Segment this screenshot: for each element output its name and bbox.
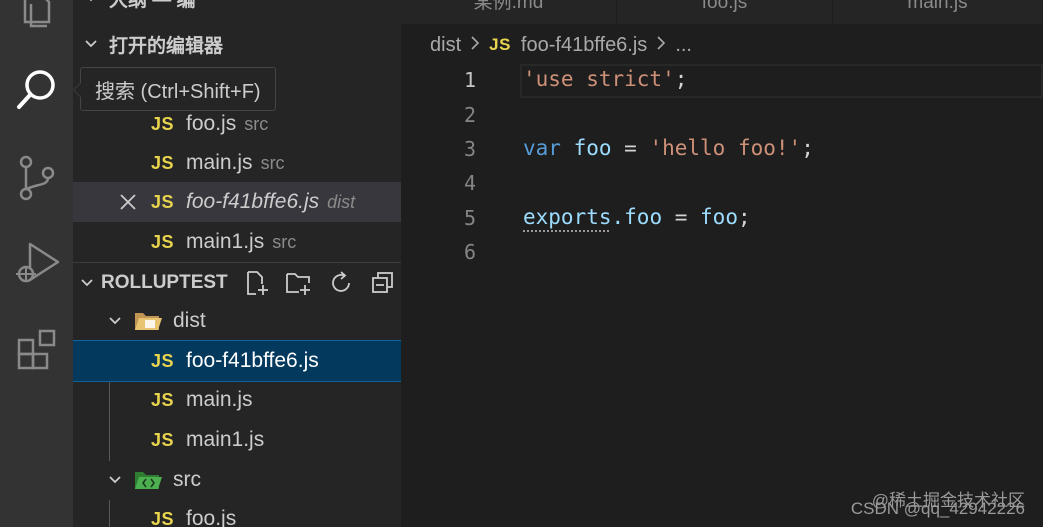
new-folder-icon[interactable] bbox=[278, 270, 320, 296]
folder-open-icon bbox=[133, 309, 163, 333]
search-tooltip: 搜索 (Ctrl+Shift+F) bbox=[73, 67, 276, 111]
folder-src-icon bbox=[133, 468, 163, 492]
chevron-right-icon bbox=[469, 34, 481, 57]
identifier-token: foo bbox=[700, 205, 738, 229]
tree-file[interactable]: JS main1.js bbox=[73, 420, 401, 460]
open-editor-folder: src bbox=[244, 113, 269, 134]
close-icon[interactable] bbox=[119, 193, 141, 211]
source-control-icon[interactable] bbox=[0, 150, 73, 206]
code-line-5[interactable]: exports.foo = foo; bbox=[523, 205, 751, 229]
js-file-icon: JS bbox=[151, 231, 175, 252]
chevron-right-icon bbox=[655, 34, 667, 57]
line-number: 6 bbox=[463, 240, 476, 264]
editor-tab[interactable]: 某例.md bbox=[401, 0, 617, 24]
breadcrumb-file[interactable]: foo-f41bffe6.js bbox=[521, 34, 647, 57]
string-token: 'use strict' bbox=[523, 67, 675, 91]
chevron-down-icon bbox=[79, 0, 103, 10]
line-number: 2 bbox=[463, 103, 476, 127]
open-editors-header[interactable]: 打开的编辑器 bbox=[73, 24, 401, 64]
open-editor-item[interactable]: JS main1.js src bbox=[73, 222, 401, 262]
identifier-token: foo bbox=[573, 136, 612, 160]
js-file-icon: JS bbox=[151, 508, 175, 527]
breadcrumb-more[interactable]: ... bbox=[675, 34, 692, 57]
property-token: .foo bbox=[611, 205, 663, 229]
explorer-actions bbox=[236, 270, 401, 296]
breadcrumb-folder[interactable]: dist bbox=[430, 34, 461, 57]
folder-dist[interactable]: dist bbox=[73, 301, 401, 341]
keyword-token: var bbox=[523, 136, 561, 160]
activity-bar bbox=[0, 0, 73, 527]
tree-filename: main1.js bbox=[186, 428, 265, 451]
run-debug-icon[interactable] bbox=[0, 235, 73, 291]
js-file-icon: JS bbox=[151, 152, 175, 173]
folder-name: dist bbox=[173, 309, 206, 332]
operator-token: = bbox=[611, 136, 650, 160]
watermark-csdn: CSDN @qq_42942226 bbox=[850, 499, 1025, 518]
tree-file[interactable]: JS main.js bbox=[73, 380, 401, 420]
open-editor-folder: src bbox=[260, 152, 285, 173]
outline-section-header[interactable]: 大纲 — 编 bbox=[73, 0, 401, 18]
open-editors-title: 打开的编辑器 bbox=[109, 35, 224, 57]
tree-file-selected[interactable]: JS foo-f41bffe6.js bbox=[73, 340, 401, 382]
project-title: ROLLUPTEST bbox=[101, 271, 228, 293]
line-number: 1 bbox=[463, 68, 476, 92]
line-number: 4 bbox=[463, 171, 476, 195]
open-editor-item[interactable]: JS main.js src bbox=[73, 143, 401, 183]
tree-filename: foo-f41bffe6.js bbox=[186, 349, 319, 372]
project-header[interactable]: ROLLUPTEST bbox=[73, 262, 401, 302]
string-token: 'hello foo!' bbox=[649, 136, 802, 160]
open-editor-filename: foo-f41bffe6.js bbox=[186, 190, 320, 213]
new-file-icon[interactable] bbox=[236, 270, 278, 296]
line-number: 5 bbox=[463, 206, 476, 230]
tree-filename: foo.js bbox=[186, 507, 237, 527]
editor-tab-bar: 某例.md foo.js main.js bbox=[401, 0, 1043, 24]
open-editor-folder: src bbox=[272, 231, 297, 252]
folder-name: src bbox=[173, 468, 201, 491]
refresh-icon[interactable] bbox=[320, 270, 362, 296]
operator-token: = bbox=[662, 205, 701, 229]
js-file-icon: JS bbox=[151, 389, 175, 410]
code-line-1[interactable]: 'use strict'; bbox=[523, 67, 687, 91]
js-file-icon: JS bbox=[489, 35, 511, 54]
open-editor-filename: main.js bbox=[186, 151, 253, 174]
editor-tab[interactable]: foo.js bbox=[617, 0, 833, 24]
punct-token: ; bbox=[801, 136, 814, 160]
chevron-down-icon bbox=[79, 32, 103, 56]
punct-token: ; bbox=[737, 205, 751, 229]
open-editor-folder: dist bbox=[327, 191, 356, 212]
open-editor-filename: foo.js bbox=[186, 112, 237, 135]
chevron-down-icon bbox=[103, 309, 127, 333]
code-line-3[interactable]: var foo = 'hello foo!'; bbox=[523, 136, 814, 160]
js-file-icon: JS bbox=[151, 350, 175, 371]
js-file-icon: JS bbox=[151, 191, 175, 212]
js-file-icon: JS bbox=[151, 429, 175, 450]
collapse-all-icon[interactable] bbox=[362, 270, 401, 296]
punct-token: ; bbox=[674, 67, 688, 91]
open-editor-item-active[interactable]: JS foo-f41bffe6.js dist bbox=[73, 182, 401, 222]
outline-header-label: 大纲 — 编 bbox=[109, 0, 196, 11]
extensions-icon[interactable] bbox=[0, 322, 73, 378]
tree-file[interactable]: JS foo.js bbox=[73, 499, 401, 527]
line-number: 3 bbox=[463, 137, 476, 161]
explorer-icon[interactable] bbox=[0, 0, 73, 30]
breadcrumb: dist JS foo-f41bffe6.js ... bbox=[430, 30, 692, 60]
open-editor-filename: main1.js bbox=[186, 230, 265, 253]
chevron-down-icon bbox=[79, 271, 95, 295]
chevron-down-icon bbox=[103, 468, 127, 492]
js-file-icon: JS bbox=[151, 113, 175, 134]
tree-filename: main.js bbox=[186, 388, 253, 411]
folder-src[interactable]: src bbox=[73, 460, 401, 500]
editor-tab[interactable]: main.js bbox=[833, 0, 1043, 24]
identifier-token: exports bbox=[523, 205, 612, 229]
search-icon[interactable] bbox=[0, 62, 73, 118]
